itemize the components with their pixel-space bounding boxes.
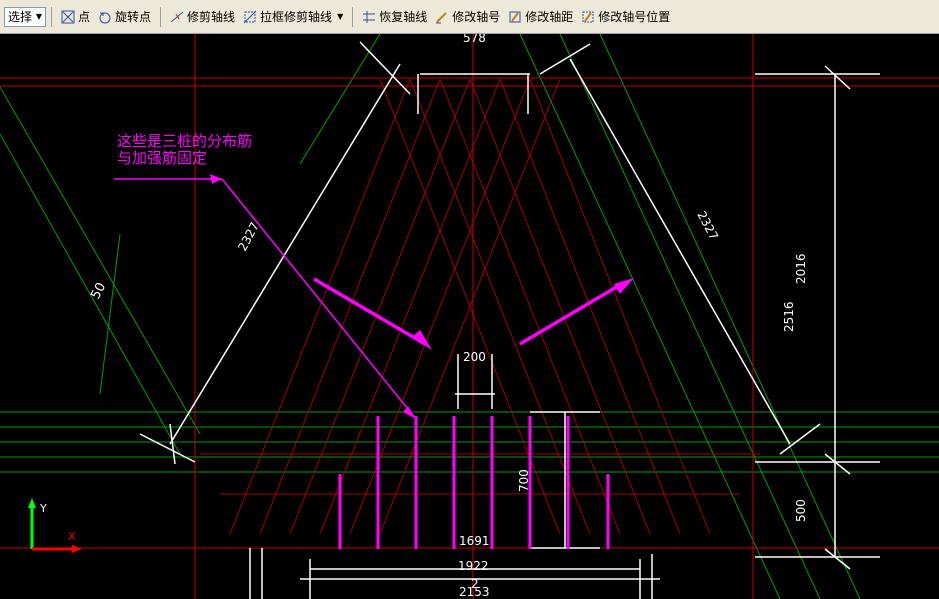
arrow-up-right-icon [614,278,634,294]
cad-drawing-canvas[interactable]: 这些是三桩的分布筋 与加强筋固定 578 2327 2327 2516 2016… [0,34,939,599]
rotate-point-button[interactable]: 旋转点 [94,6,155,28]
magenta-rebars [338,416,610,549]
point-icon [61,10,75,23]
annotation-text-line1: 这些是三桩的分布筋 [117,132,252,150]
box-trim-axis-button[interactable]: 拉框修剪轴线 ▼ [239,6,347,28]
pile-cap-outline [139,41,880,599]
arrowhead-icon [210,174,222,184]
rotate-icon [99,12,111,23]
restore-axis-button[interactable]: 恢复轴线 [358,6,431,28]
toolbar-separator [160,6,162,27]
restore-axis-icon [363,10,376,23]
edit-axis-distance-label: 修改轴距 [525,10,574,24]
chevron-down-icon[interactable]: ▼ [337,12,343,21]
rotate-point-label: 旋转点 [115,10,152,24]
restore-axis-label: 恢复轴线 [379,10,428,24]
dim-bottom-2-label: 1922 [458,559,489,573]
select-mode-label: 选择 [8,10,33,24]
trim-axis-label: 修剪轴线 [187,10,236,24]
select-mode-dropdown[interactable]: 选择 ▼ [4,6,46,27]
toolbar-separator [352,6,354,27]
annotation-text-line2: 与加强筋固定 [117,149,207,167]
dim-right-lower-label: 500 [794,499,808,522]
dim-right-upper-label: 2016 [794,253,808,284]
box-trim-axis-label: 拉框修剪轴线 [260,10,333,24]
dim-center-gap-label: 200 [463,350,486,364]
edit-axis-number-button[interactable]: 修改轴号 [431,6,504,28]
ucs-x-label: X [68,530,76,543]
dim-diagonal-left-label: 50 [88,280,109,302]
toolbar-separator [51,6,52,27]
cad-toolbar: 选择 ▼ 点 旋转点 修剪轴线 拉框修剪轴线 ▼ 恢复轴线 修改轴号 修改轴距 … [0,0,939,34]
dim-right-total-label: 2516 [782,301,796,332]
dim-center-height-label: 700 [517,469,531,492]
axis-distance-icon [509,11,521,22]
point-button[interactable]: 点 [57,6,94,28]
dim-right-side-label: 2327 [694,209,721,243]
rebar-hatch [200,78,760,535]
ucs-axis-icon [28,498,82,553]
dim-bottom-3-label: 2153 [459,585,490,599]
dim-bottom-1-label: 1691 [459,534,490,548]
edit-axis-number-position-label: 修改轴号位置 [598,10,671,24]
dim-left-side-label: 2327 [235,220,262,254]
dim-top-label: 578 [463,34,486,45]
box-trim-icon [243,10,257,23]
edit-axis-number-position-button[interactable]: 修改轴号位置 [577,6,674,28]
point-label: 点 [78,10,91,24]
edit-axis-distance-button[interactable]: 修改轴距 [504,6,577,28]
axis-position-icon [582,11,594,22]
edit-axis-number-label: 修改轴号 [452,10,501,24]
magenta-big-arrows [313,277,626,346]
trim-axis-icon [170,11,184,22]
annotation-leader [114,178,417,420]
pencil-icon [436,11,447,23]
trim-axis-button[interactable]: 修剪轴线 [166,6,239,28]
chevron-down-icon: ▼ [35,12,42,21]
ucs-y-label: Y [39,502,47,515]
